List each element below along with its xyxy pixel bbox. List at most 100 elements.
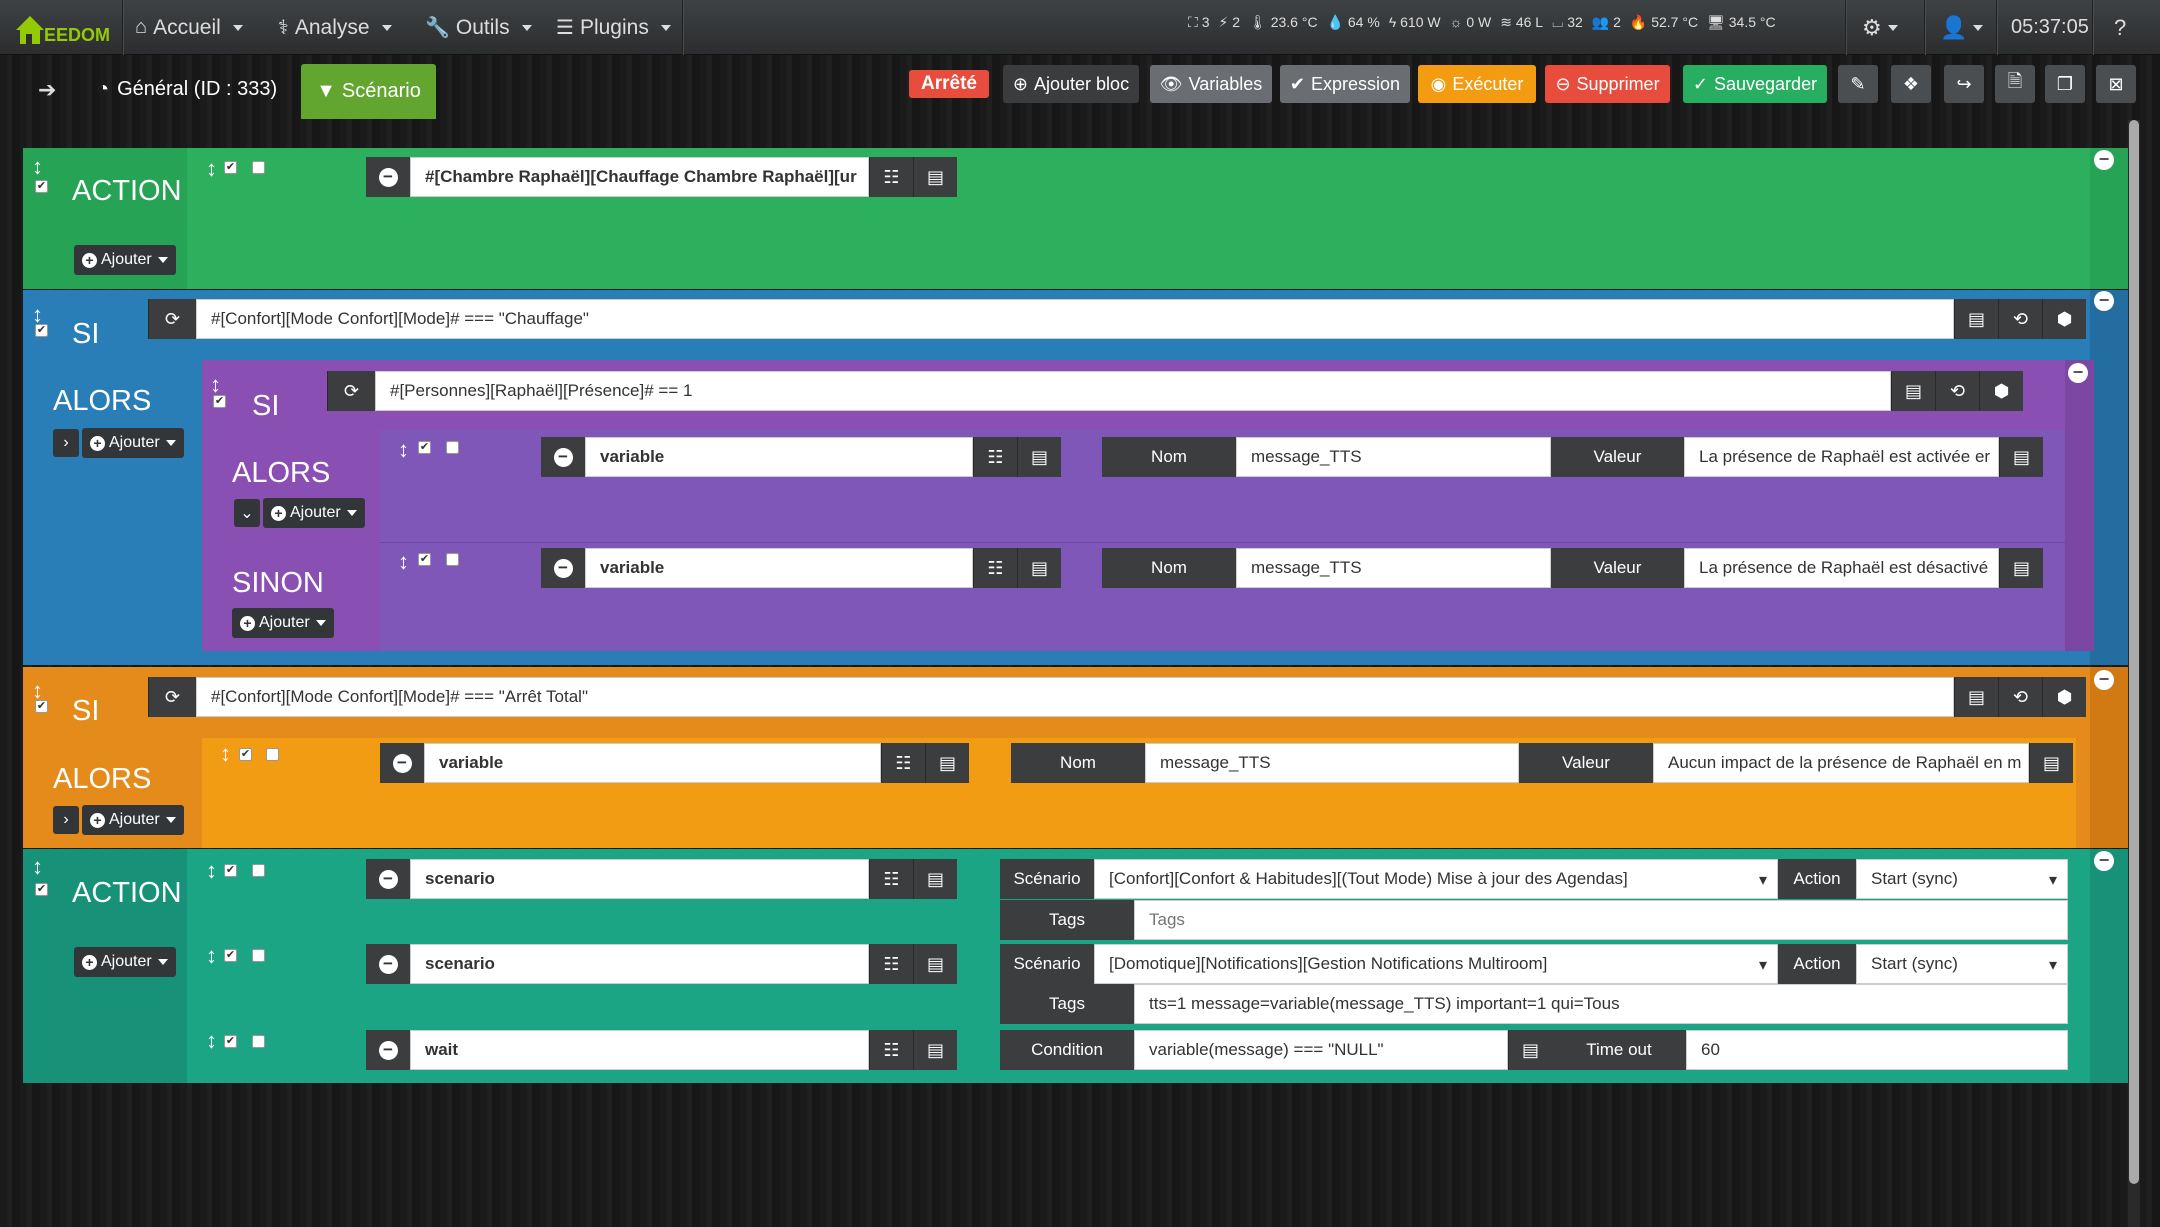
expression-button[interactable]: ✔ Expression: [1280, 65, 1410, 103]
history-icon[interactable]: ⟲: [1998, 299, 2042, 339]
people-icon[interactable]: 👥 2: [1592, 14, 1621, 31]
history-icon[interactable]: ⟲: [1998, 677, 2042, 717]
chevron-down-icon[interactable]: ⌄: [234, 499, 260, 527]
cubes-icon[interactable]: ❖: [1891, 65, 1931, 103]
select-command-icon[interactable]: ▤: [925, 743, 969, 783]
condition-input[interactable]: #[Personnes][Raphaël][Présence]# == 1: [375, 371, 1891, 411]
select-command-icon[interactable]: ▤: [913, 944, 957, 984]
select-command-icon[interactable]: ▤: [913, 157, 957, 197]
select-command-icon[interactable]: ▤: [1954, 677, 1998, 717]
refresh-icon[interactable]: ⟳: [327, 371, 375, 411]
cube-icon[interactable]: ⬢: [2042, 299, 2086, 339]
select-command-icon[interactable]: ▤: [1999, 437, 2043, 477]
remove-block-icon[interactable]: −: [2094, 851, 2114, 871]
action-select[interactable]: Start (sync): [1856, 944, 2068, 984]
jeedom-logo[interactable]: EEDOM: [12, 8, 112, 50]
remove-action-button[interactable]: −: [541, 548, 585, 588]
drag-handle-icon[interactable]: ↕: [206, 156, 217, 182]
save-button[interactable]: ✓ Sauvegarder: [1683, 65, 1827, 103]
scenario-tab[interactable]: ▼ Scénario: [301, 64, 436, 119]
user-menu[interactable]: 👤: [1940, 0, 1984, 55]
remove-action-button[interactable]: −: [366, 1030, 410, 1070]
options-list-icon[interactable]: ☷: [869, 157, 913, 197]
command-input[interactable]: variable: [424, 743, 881, 783]
variable-name-input[interactable]: message_TTS: [1236, 437, 1551, 477]
scenario-select[interactable]: [Confort][Confort & Habitudes][(Tout Mod…: [1094, 859, 1778, 899]
options-list-icon[interactable]: ☷: [869, 859, 913, 899]
remove-action-button[interactable]: −: [380, 743, 424, 783]
add-dropdown[interactable]: + Ajouter: [263, 498, 365, 528]
menu-plugins[interactable]: ☰ Plugins: [556, 0, 671, 55]
command-input[interactable]: scenario: [410, 944, 869, 984]
add-block-button[interactable]: ⊕ Ajouter bloc: [1003, 65, 1139, 103]
help-icon[interactable]: ?: [2114, 0, 2126, 55]
enable-checkbox[interactable]: [224, 864, 237, 877]
select-command-icon[interactable]: ▤: [1017, 548, 1061, 588]
bed-icon[interactable]: ⌴ 32: [1552, 14, 1583, 31]
remove-block-icon[interactable]: −: [2094, 670, 2114, 690]
remove-action-button[interactable]: −: [366, 859, 410, 899]
delete-button[interactable]: ⊖ Supprimer: [1545, 65, 1670, 103]
scenario-select[interactable]: [Domotique][Notifications][Gestion Notif…: [1094, 944, 1778, 984]
refresh-icon[interactable]: ⟳: [148, 299, 196, 339]
select-command-icon[interactable]: ▤: [2029, 743, 2073, 783]
parallel-checkbox[interactable]: [252, 161, 265, 174]
enable-checkbox[interactable]: [224, 161, 237, 174]
share-icon[interactable]: ↪: [1944, 65, 1984, 103]
parallel-checkbox[interactable]: [252, 949, 265, 962]
enable-checkbox[interactable]: [418, 441, 431, 454]
thermometer-icon[interactable]: 🌡 23.6 °C: [1249, 14, 1318, 31]
menu-outils[interactable]: 🔧 Outils: [425, 0, 532, 55]
vertical-scrollbar[interactable]: [2128, 120, 2140, 1227]
menu-accueil[interactable]: ⌂ Accueil: [135, 0, 243, 55]
chevron-right-icon[interactable]: ›: [53, 429, 79, 457]
drag-handle-icon[interactable]: ↕: [220, 741, 231, 767]
variables-button[interactable]: 👁 Variables: [1150, 65, 1272, 103]
enable-checkbox[interactable]: [224, 949, 237, 962]
enable-checkbox[interactable]: [418, 553, 431, 566]
variable-value-input[interactable]: La présence de Raphaël est désactivé: [1684, 548, 1999, 588]
variable-value-input[interactable]: Aucun impact de la présence de Raphaël e…: [1653, 743, 2029, 783]
settings-menu[interactable]: ⚙: [1862, 0, 1898, 55]
add-dropdown[interactable]: + Ajouter: [232, 608, 334, 638]
select-command-icon[interactable]: ▤: [1508, 1030, 1552, 1070]
variable-name-input[interactable]: message_TTS: [1145, 743, 1519, 783]
drag-handle-icon[interactable]: ↕: [206, 943, 217, 969]
edit-icon[interactable]: ✎: [1838, 65, 1878, 103]
options-list-icon[interactable]: ☷: [973, 548, 1017, 588]
remove-action-button[interactable]: −: [366, 157, 410, 197]
variable-name-input[interactable]: message_TTS: [1236, 548, 1551, 588]
chevron-right-icon[interactable]: ›: [53, 806, 79, 834]
condition-input[interactable]: #[Confort][Mode Confort][Mode]# === "Arr…: [196, 677, 1954, 717]
add-dropdown[interactable]: + Ajouter: [74, 947, 176, 977]
options-list-icon[interactable]: ☷: [869, 1030, 913, 1070]
general-tab[interactable]: ◔ Général (ID : 333): [97, 78, 277, 101]
tags-input[interactable]: [1134, 900, 2068, 940]
enable-checkbox[interactable]: [224, 1035, 237, 1048]
scrollbar-thumb[interactable]: [2129, 120, 2139, 1184]
remove-block-icon[interactable]: −: [2068, 363, 2088, 383]
history-icon[interactable]: ⟲: [1935, 371, 1979, 411]
enable-checkbox[interactable]: [35, 883, 48, 896]
drag-handle-icon[interactable]: ↕: [398, 437, 409, 463]
humidity-icon[interactable]: 💧 64 %: [1327, 14, 1380, 31]
wait-condition-input[interactable]: variable(message) === "NULL": [1134, 1030, 1508, 1070]
command-input[interactable]: scenario: [410, 859, 869, 899]
drag-handle-icon[interactable]: ↕: [32, 154, 43, 180]
enable-checkbox[interactable]: [35, 180, 48, 193]
water-icon[interactable]: ≋ 46 L: [1500, 14, 1543, 31]
select-command-icon[interactable]: ▤: [1954, 299, 1998, 339]
add-dropdown[interactable]: + Ajouter: [74, 245, 176, 275]
plug-icon[interactable]: ⚡ 2: [1219, 14, 1241, 31]
window-icon[interactable]: ⛶ 3: [1188, 14, 1210, 31]
condition-input[interactable]: #[Confort][Mode Confort][Mode]# === "Cha…: [196, 299, 1954, 339]
menu-analyse[interactable]: ⚕ Analyse: [278, 0, 392, 55]
options-list-icon[interactable]: ☷: [973, 437, 1017, 477]
refresh-icon[interactable]: ⟳: [148, 677, 196, 717]
variable-value-input[interactable]: La présence de Raphaël est activée er: [1684, 437, 1999, 477]
remove-action-button[interactable]: −: [366, 944, 410, 984]
enable-checkbox[interactable]: [239, 748, 252, 761]
options-list-icon[interactable]: ☷: [881, 743, 925, 783]
select-command-icon[interactable]: ▤: [1999, 548, 2043, 588]
add-dropdown[interactable]: + Ajouter: [82, 428, 184, 458]
